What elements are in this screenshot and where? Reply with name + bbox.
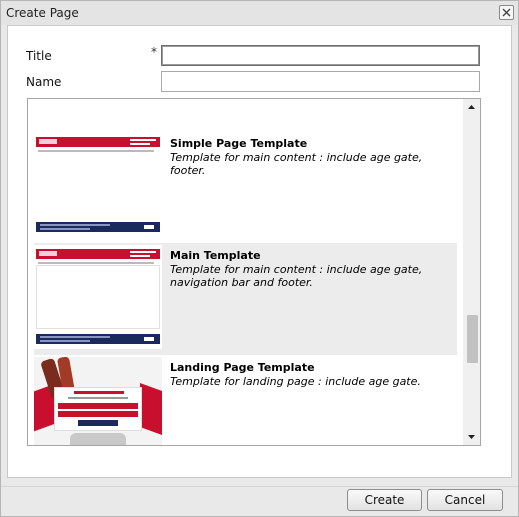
dialog-titlebar[interactable]: Create Page <box>1 1 518 25</box>
template-name: Simple Page Template <box>170 137 308 150</box>
dialog-title: Create Page <box>6 6 79 20</box>
template-thumbnail <box>34 133 162 237</box>
template-name: Main Template <box>170 249 261 262</box>
template-thumbnail <box>34 245 162 349</box>
template-description: Template for main content : include age … <box>170 151 423 177</box>
title-label: Title <box>26 49 52 63</box>
create-page-dialog: Create Page Title * Name Simple Page Tem… <box>0 0 519 517</box>
scroll-thumb[interactable] <box>467 315 478 363</box>
template-list-scrollbar[interactable] <box>463 99 480 445</box>
template-item-main[interactable]: Main Template Template for main content … <box>34 243 457 355</box>
template-list: Simple Page Template Template for main c… <box>27 98 481 446</box>
cancel-button[interactable]: Cancel <box>427 489 503 511</box>
template-description: Template for main content : include age … <box>170 263 423 289</box>
title-required-marker: * <box>151 45 157 59</box>
scroll-down-button[interactable] <box>463 428 480 445</box>
scroll-up-arrow-icon <box>468 105 475 109</box>
name-input[interactable] <box>161 71 480 92</box>
template-thumbnail <box>34 357 162 445</box>
name-label: Name <box>26 75 62 89</box>
footer-separator <box>1 486 518 487</box>
close-icon <box>502 8 511 17</box>
template-item-partial[interactable] <box>34 98 457 105</box>
title-input[interactable] <box>161 45 480 66</box>
close-button[interactable] <box>499 5 514 20</box>
template-description: Template for landing page : include age … <box>170 375 421 388</box>
template-item-landing-page[interactable]: Landing Page Template Template for landi… <box>34 355 457 445</box>
scroll-up-button[interactable] <box>463 99 480 116</box>
template-name: Landing Page Template <box>170 361 315 374</box>
create-button[interactable]: Create <box>347 489 422 511</box>
scroll-down-arrow-icon <box>468 435 475 439</box>
template-thumbnail <box>34 98 162 99</box>
template-item-simple-page[interactable]: Simple Page Template Template for main c… <box>34 131 457 243</box>
dialog-body: Title * Name Simple Page Template Templa… <box>7 25 512 478</box>
